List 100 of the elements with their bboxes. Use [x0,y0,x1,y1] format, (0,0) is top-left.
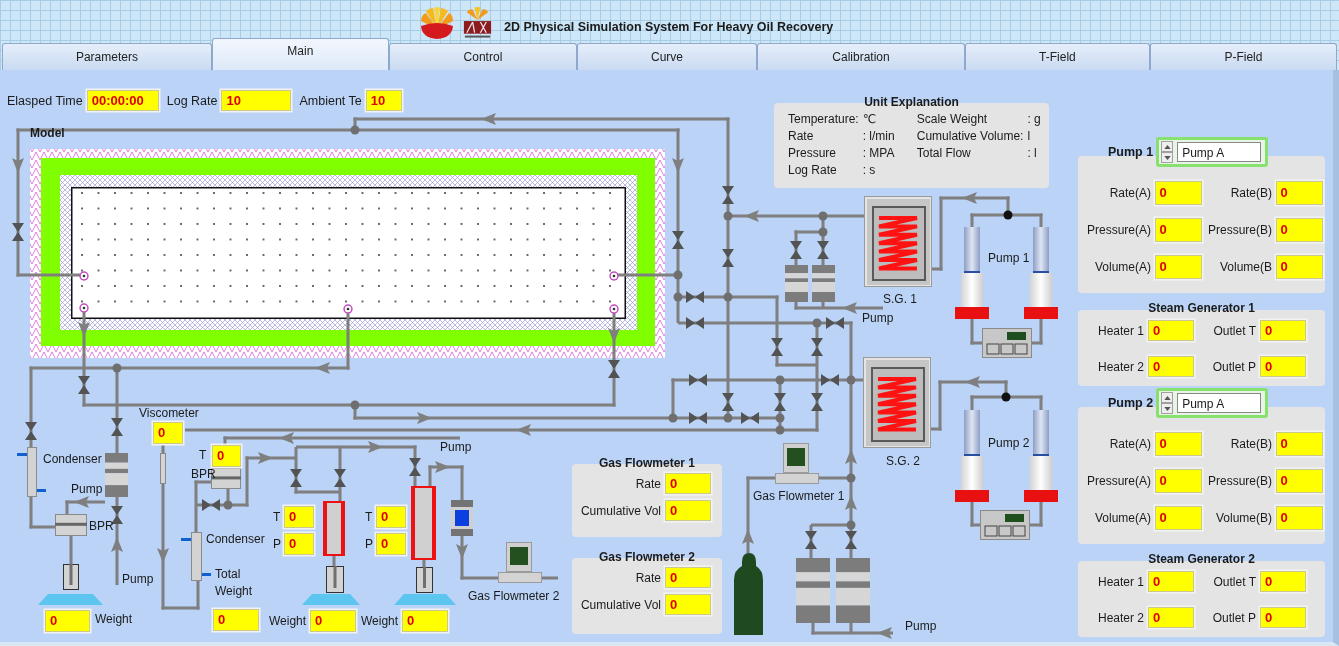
field-label: Rate [634,570,661,585]
value-display: 0 [212,445,241,467]
flow-arrow-icon [258,452,273,464]
cylinder-icon [836,558,870,623]
valve-icon [771,338,783,356]
unit-value: l [1027,129,1032,143]
equipment-label: Pump [862,311,894,325]
regulator-icon [55,514,87,536]
flow-arrow-icon [456,544,468,559]
unit-value: : l [1027,146,1038,160]
junction-dot-icon [846,375,856,385]
unit-value: ℃ [862,112,878,126]
tab[interactable]: Main [211,38,389,70]
value-display: 0 [1260,571,1306,592]
flow-arrow-icon [672,158,684,173]
increment-button[interactable] [1161,392,1174,403]
equipment-label: Pump [905,619,937,633]
value-display: 0 [153,422,183,444]
field-label: Volume(A) [1093,511,1151,525]
equipment-label: Condenser [43,452,102,466]
junction-dot-icon [350,125,360,135]
pump-cylinder-icon [955,227,989,319]
pump-cylinder-icon [1024,410,1058,502]
value-display: 0 [665,594,711,615]
unit-value: : s [862,163,877,177]
unit-value: : g [1027,112,1041,126]
tab[interactable]: Control [388,43,577,70]
junction-dot-icon [350,400,360,410]
value-display: 0 [1275,218,1323,242]
field-label: Volume(A) [1093,260,1151,274]
flow-arrow-icon [842,302,857,314]
value-display: 0 [1275,506,1323,530]
field-label: Outlet P [1211,610,1256,625]
value-display: 0 [284,533,314,555]
decrement-button[interactable] [1161,403,1174,414]
scale-icon [394,594,456,605]
value-display: 0 [213,609,259,631]
value-display: 0 [402,610,448,632]
equipment-label: Condenser [206,532,265,546]
petal-logo-icon [418,6,456,39]
value-display: 0 [1154,506,1202,530]
panel-title: Gas Flowmeter 2 [597,550,696,564]
valve-icon [608,360,620,378]
well-icon [79,271,89,281]
junction-dot-icon [673,292,683,302]
valve-icon [202,499,220,511]
junction-dot-icon [1003,210,1013,220]
valve-icon [25,422,37,440]
up-arrow-icon [1163,144,1171,149]
unit-label: Total Flow [916,146,972,160]
panel-title: Steam Generator 2 [1147,552,1256,566]
value-display: 10 [221,90,292,111]
window-title: 2D Physical Simulation System For Heavy Oil Recovery [504,19,834,34]
well-icon [79,303,89,313]
beaker-icon [326,566,344,593]
tab[interactable]: P-Field [1149,43,1337,70]
equipment-label: Pump [122,572,154,586]
pump-selector[interactable]: Pump A [1156,388,1269,418]
tab[interactable]: Curve [576,43,758,70]
flow-arrow-icon [435,461,450,473]
field-label: P [273,537,281,551]
tab[interactable]: Parameters [2,43,212,70]
value-display: 0 [376,506,406,528]
value-display: 0 [284,506,314,528]
flow-arrow-icon [742,529,754,544]
equipment-label: S.G. 1 [883,292,917,306]
tab[interactable]: T-Field [964,43,1150,70]
selector-field[interactable]: Pump A [1177,142,1262,162]
value-display: 0 [1260,356,1306,377]
pipe [422,560,426,567]
selector-field[interactable]: Pump A [1177,393,1262,413]
flow-arrow-icon [417,412,432,424]
well-icon [609,271,619,281]
junction-dot-icon [223,500,233,510]
flow-arrow-icon [12,158,24,173]
well-icon [343,304,353,314]
value-display: 0 [45,610,90,632]
valve-icon [12,223,24,241]
value-display: 0 [1148,320,1194,341]
value-display: 0 [1275,432,1323,456]
flow-arrow-icon [157,548,169,563]
pump-selector[interactable]: Pump A [1156,137,1269,167]
cylinder-icon [785,265,808,302]
increment-button[interactable] [1161,141,1174,152]
equipment-label: Pump 2 [988,436,1030,450]
up-arrow-icon [1163,395,1171,400]
valve-icon [672,231,684,249]
tab[interactable]: Calibration [757,43,965,70]
junction-dot-icon [775,375,785,385]
field-label: Weight [361,614,399,628]
decrement-button[interactable] [1161,152,1174,163]
valve-icon [689,374,707,386]
valve-icon [826,317,844,329]
cylinder-icon [812,265,835,302]
viscometer-tube-icon [160,453,166,484]
value-display: 0 [376,533,406,555]
equipment-label: Pump [440,440,472,454]
field-label: Weight [269,614,307,628]
junction-dot-icon [723,211,733,221]
equipment-label: BPR [89,519,114,533]
